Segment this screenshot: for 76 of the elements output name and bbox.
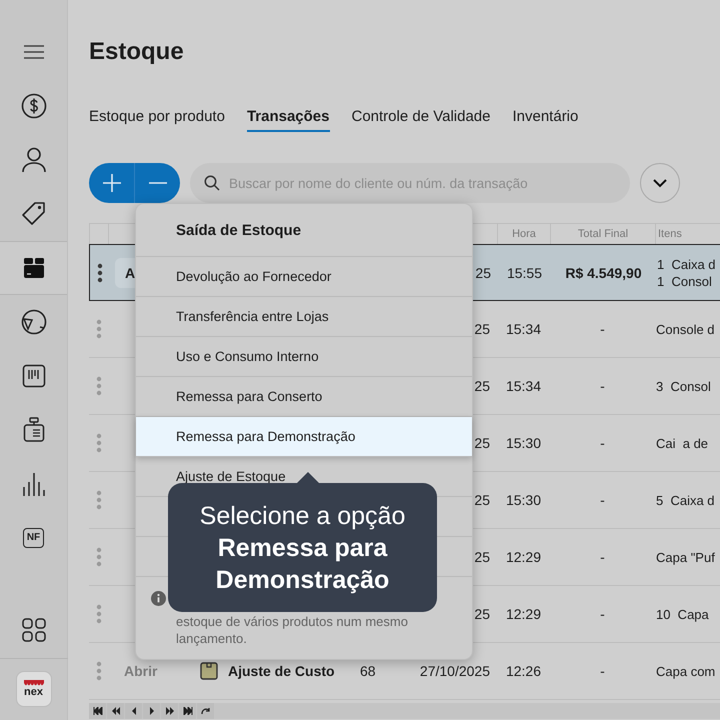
- search-icon: [204, 175, 220, 191]
- table-cell: 15:34: [506, 378, 542, 394]
- table-cell: 15:55: [506, 264, 542, 280]
- table-cell: -: [600, 435, 605, 451]
- tag-icon[interactable]: [20, 201, 46, 227]
- table-cell: -: [600, 663, 605, 679]
- chevron-down-icon: [653, 178, 667, 188]
- nf-badge[interactable]: NF: [22, 528, 44, 548]
- table-cell: R$ 4.549,90: [565, 264, 642, 280]
- table-cell: 25: [474, 321, 490, 337]
- menu-item[interactable]: Remessa para Demonstração: [136, 417, 472, 457]
- document-icon: [200, 662, 218, 680]
- table-cell: 25: [474, 435, 490, 451]
- tab[interactable]: Estoque por produto: [89, 104, 225, 132]
- tab[interactable]: Controle de Validade: [352, 104, 490, 132]
- menu-item[interactable]: Uso e Consumo Interno: [136, 337, 472, 377]
- table-cell: 25: [474, 378, 490, 394]
- table-cell: -: [600, 378, 605, 394]
- sidebar-item[interactable]: [0, 241, 67, 295]
- app-logo[interactable]: nex: [16, 671, 52, 707]
- table-cell: 15:30: [506, 492, 542, 508]
- more-icon[interactable]: [96, 262, 102, 282]
- rewind-icon[interactable]: [107, 703, 124, 719]
- table-cell: 12:29: [506, 549, 542, 565]
- barcode-icon[interactable]: [22, 364, 46, 388]
- previous-icon[interactable]: [125, 703, 142, 719]
- fast-forward-icon[interactable]: [161, 703, 178, 719]
- table-cell: 25: [474, 549, 490, 565]
- menu-item[interactable]: Transferência entre Lojas: [136, 297, 472, 337]
- tab[interactable]: Transações: [246, 104, 330, 132]
- table-cell: Capa "Puf: [656, 548, 715, 566]
- cash-register-icon[interactable]: [22, 417, 44, 443]
- table-cell: -: [600, 606, 605, 622]
- user-icon[interactable]: [22, 147, 46, 173]
- minus-icon: [148, 182, 166, 184]
- tab[interactable]: Inventário: [512, 104, 578, 132]
- table-cell: -: [600, 492, 605, 508]
- table-cell: 15:34: [506, 321, 542, 337]
- table-cell: 10 Capa: [656, 606, 709, 622]
- table-cell: 25: [475, 264, 491, 280]
- table-cell: 1 Caixa d: [657, 256, 716, 272]
- tooltip: Selecione a opção Remessa para Demonstração: [168, 483, 437, 612]
- table-cell-text: 1 Consol: [657, 272, 713, 290]
- menu-icon[interactable]: [22, 44, 44, 60]
- menu-item[interactable]: Devolução ao Fornecedor: [136, 257, 472, 297]
- table-cell: 5 Caixa d: [656, 492, 715, 508]
- table-cell: 12:29: [506, 606, 542, 622]
- table-cell: Cai a de: [656, 434, 708, 452]
- table-cell: -: [600, 549, 605, 565]
- info-note: estoque de vários produtos num mesmo lançamento.: [176, 613, 408, 647]
- next-icon[interactable]: [143, 703, 160, 719]
- grid-icon[interactable]: [22, 618, 46, 642]
- globe-icon[interactable]: [20, 309, 46, 335]
- table-cell: 12:26: [506, 663, 542, 679]
- dollar-icon[interactable]: [20, 93, 46, 119]
- bar-chart-icon[interactable]: [22, 471, 46, 497]
- table-cell: 68: [360, 663, 376, 679]
- info-icon: [151, 591, 166, 606]
- table-cell: Ajuste de Custo: [228, 663, 335, 679]
- sidebar-item[interactable]: NF: [0, 511, 67, 565]
- first-page-icon[interactable]: [89, 703, 106, 719]
- table-cell: 15:30: [506, 435, 542, 451]
- table-cell: Console d: [656, 320, 715, 338]
- refresh-icon[interactable]: [197, 703, 214, 719]
- page-title: Estoque: [89, 38, 185, 66]
- table-cell: 25: [474, 606, 490, 622]
- table-cell: 3 Consol: [656, 378, 711, 394]
- box-icon[interactable]: [22, 256, 46, 280]
- plus-icon: [102, 174, 120, 192]
- table-cell: 25: [474, 492, 490, 508]
- menu-title: Saída de Estoque: [136, 204, 472, 257]
- table-cell: -: [600, 321, 605, 337]
- table-cell: 27/10/2025: [420, 663, 490, 679]
- search-field[interactable]: Buscar por nome do cliente ou núm. da transação: [190, 163, 630, 203]
- last-page-icon[interactable]: [179, 703, 196, 719]
- table-cell: Capa com: [656, 662, 716, 680]
